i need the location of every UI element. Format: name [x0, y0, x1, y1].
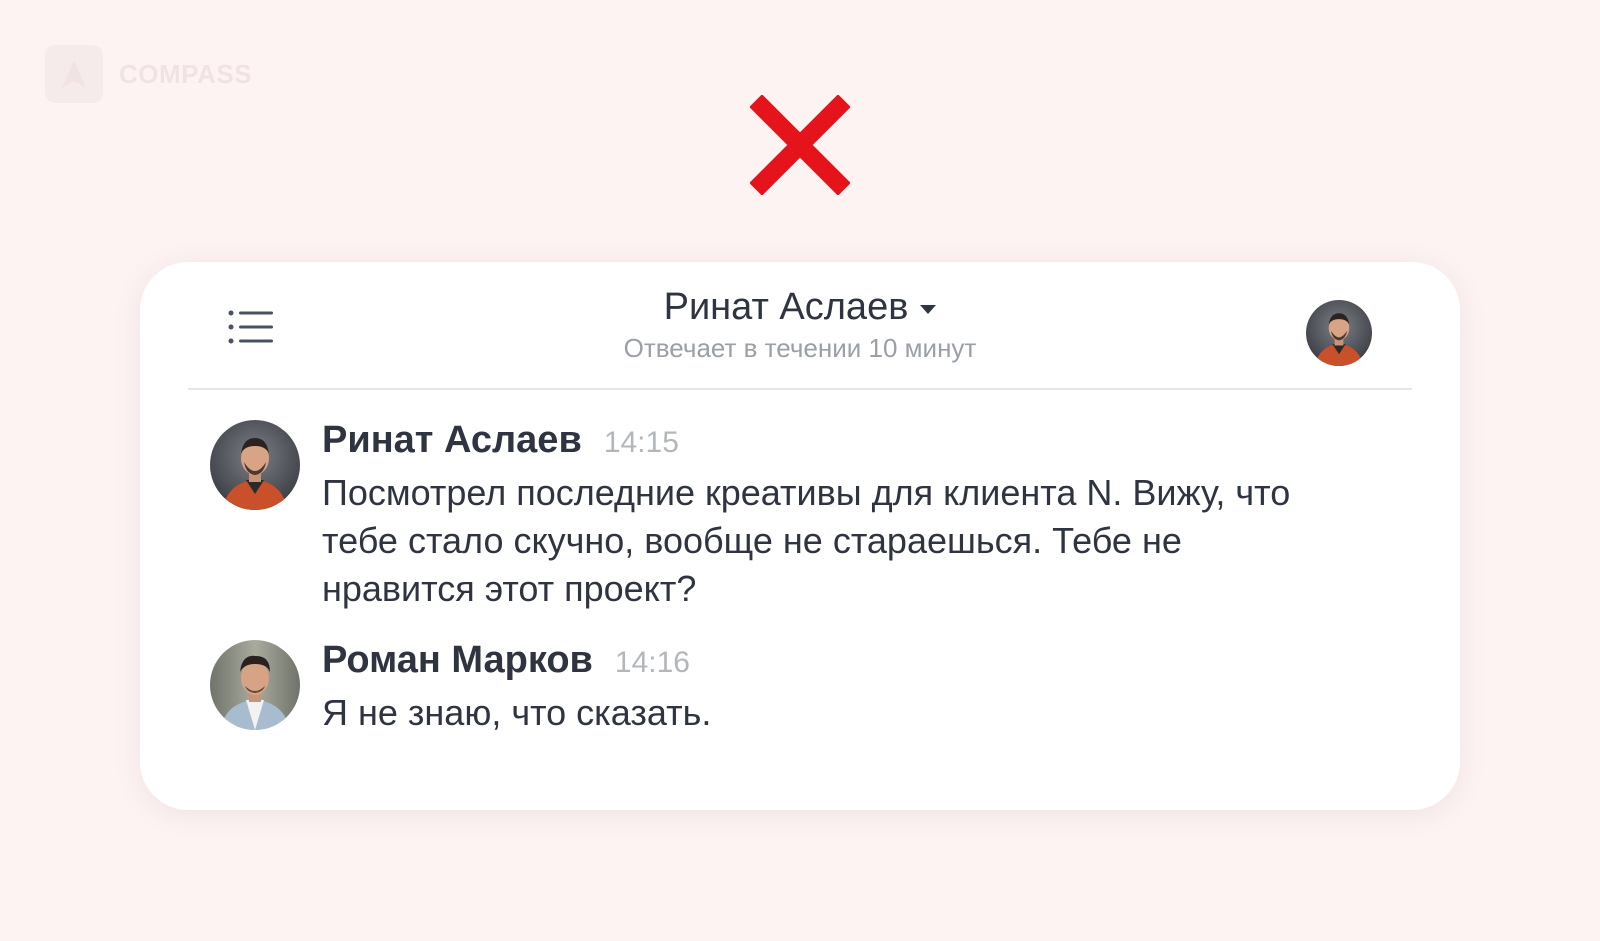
contact-selector[interactable]: Ринат Аслаев: [664, 286, 937, 329]
contact-status: Отвечает в течении 10 минут: [623, 333, 977, 363]
chat-header: Ринат Аслаев Отвечает в течении 10 минут: [188, 262, 1412, 390]
compass-wordmark: COMPASS: [119, 58, 253, 89]
cross-icon: [749, 94, 851, 196]
avatar[interactable]: [210, 420, 300, 510]
message-body: Роман Марков 14:16 Я не знаю, что сказат…: [322, 640, 1342, 737]
message-text: Я не знаю, что сказать.: [322, 692, 712, 733]
message-time: 14:16: [614, 646, 690, 679]
chat-header-title: Ринат Аслаев Отвечает в течении 10 минут: [188, 286, 1412, 364]
message-body: Ринат Аслаев 14:15 Посмотрел последние к…: [322, 420, 1342, 613]
message-author[interactable]: Ринат Аслаев: [322, 420, 582, 460]
avatar[interactable]: [210, 640, 300, 730]
compass-logo-icon: [45, 45, 103, 103]
caret-down-icon: [920, 305, 937, 314]
contact-avatar[interactable]: [1306, 300, 1372, 366]
message-header: Роман Марков 14:16: [322, 640, 1342, 683]
message-text: Посмотрел последние креативы для клиента…: [322, 472, 1291, 609]
message-item: Ринат Аслаев 14:15 Посмотрел последние к…: [210, 420, 1342, 613]
message-time: 14:15: [603, 426, 679, 459]
message-item: Роман Марков 14:16 Я не знаю, что сказат…: [210, 640, 1342, 737]
message-header: Ринат Аслаев 14:15: [322, 420, 1342, 463]
chat-card: Ринат Аслаев Отвечает в течении 10 минут: [140, 262, 1460, 810]
contact-name: Ринат Аслаев: [663, 286, 909, 328]
compass-watermark: COMPASS: [45, 45, 252, 103]
message-author[interactable]: Роман Марков: [322, 640, 593, 680]
